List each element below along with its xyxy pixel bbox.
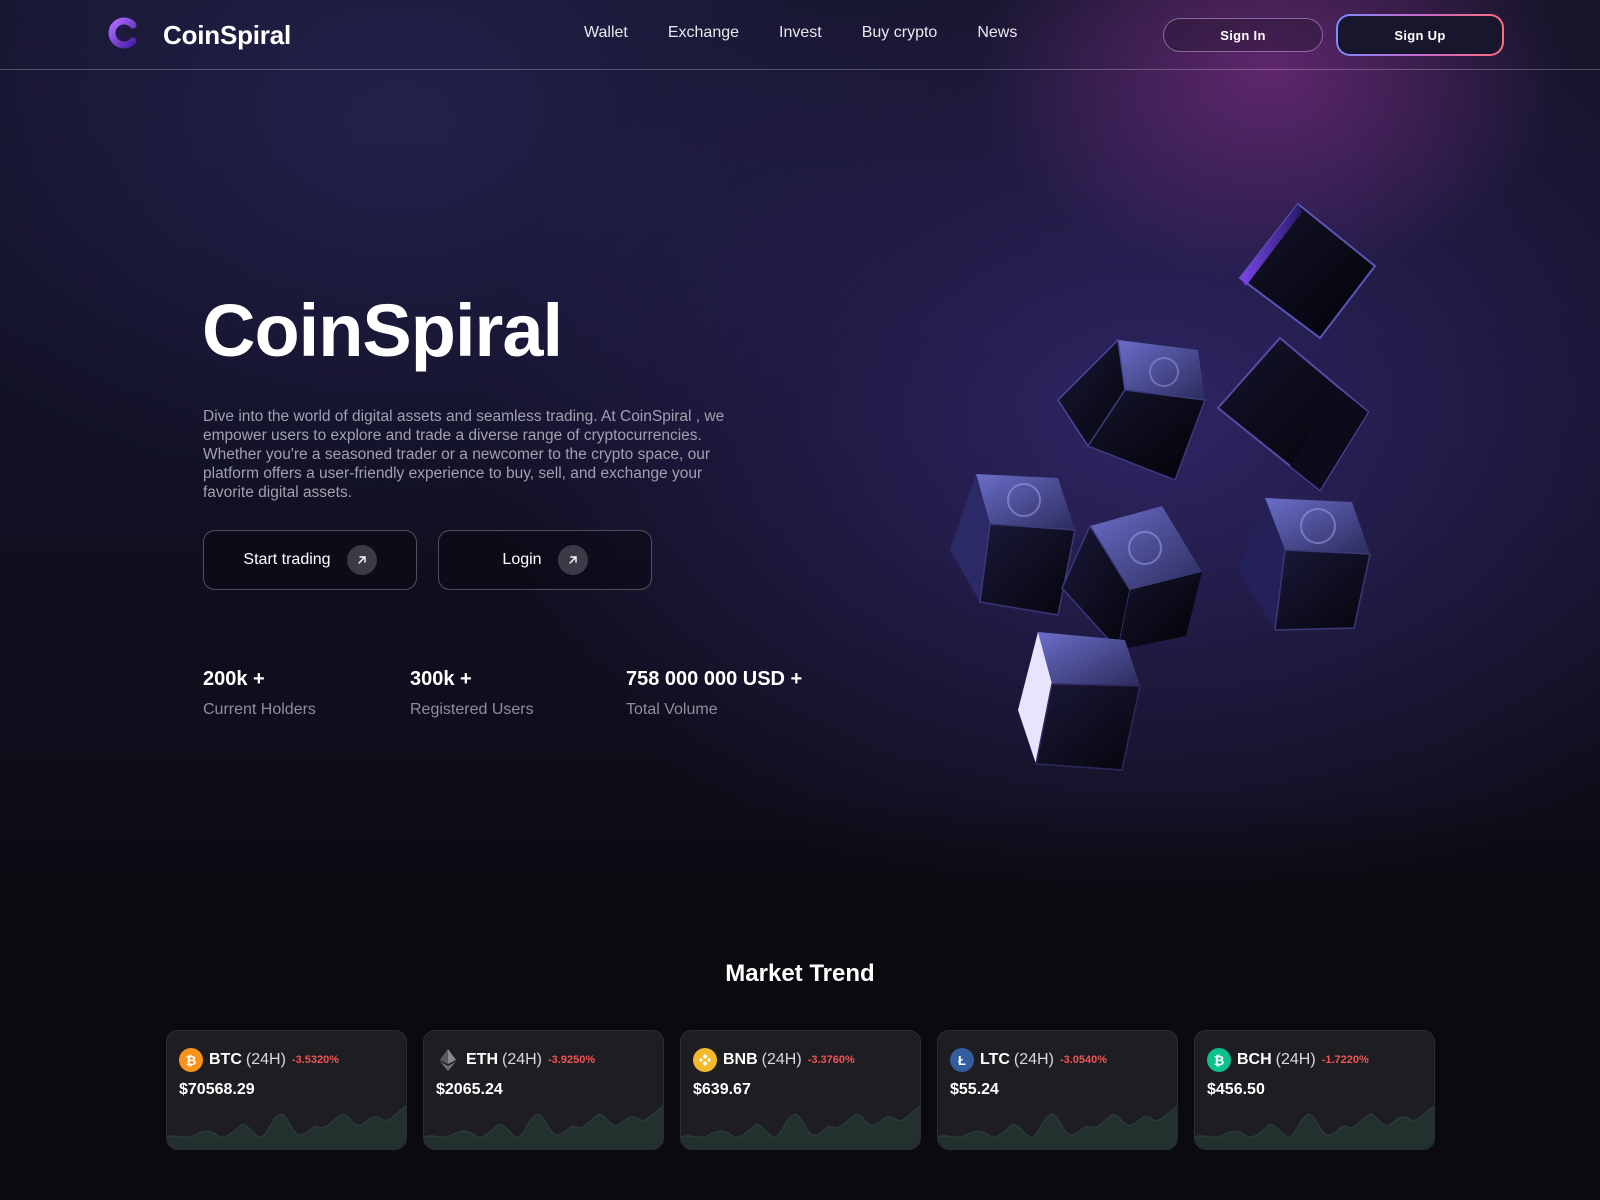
stat-label: Current Holders — [203, 701, 316, 718]
coin-change: -3.5320% — [291, 1054, 339, 1066]
coin-period: (24H) — [761, 1051, 802, 1068]
market-cards: ₿ BTC (24H) -3.5320% $70568.29 ETH (24H)… — [166, 1030, 1451, 1150]
card-header: ₿ BTC (24H) -3.5320% — [179, 1048, 339, 1072]
coin-symbol: BNB — [723, 1051, 758, 1068]
arrow-up-right-icon — [346, 545, 377, 575]
card-header: ETH (24H) -3.9250% — [436, 1048, 595, 1072]
login-button[interactable]: Login — [438, 530, 652, 590]
coin-symbol: BCH — [1237, 1051, 1272, 1068]
sign-in-label: Sign In — [1220, 27, 1266, 43]
market-card-ltc[interactable]: Ł LTC (24H) -3.0540% $55.24 — [937, 1030, 1178, 1150]
sign-up-label: Sign Up — [1338, 16, 1502, 54]
main-nav: Wallet Exchange Invest Buy crypto News — [584, 24, 1057, 42]
floating-cubes-illustration — [950, 202, 1377, 771]
coin-symbol: ETH — [466, 1051, 498, 1068]
market-card-bnb[interactable]: BNB (24H) -3.3760% $639.67 — [680, 1030, 921, 1150]
coin-change: -1.7220% — [1321, 1054, 1369, 1066]
brand-logo[interactable]: CoinSpiral — [106, 16, 291, 50]
start-trading-label: Start trading — [243, 551, 331, 568]
cube — [950, 474, 1076, 616]
sign-up-button[interactable]: Sign Up — [1336, 14, 1504, 56]
stat-label: Registered Users — [410, 701, 534, 718]
coinspiral-logo-icon — [108, 17, 137, 49]
nav-link-exchange[interactable]: Exchange — [668, 24, 739, 42]
nav-link-buy-crypto[interactable]: Buy crypto — [862, 24, 938, 42]
stat-total-volume: 758 000 000 USD + Total Volume — [626, 668, 802, 719]
market-card-eth[interactable]: ETH (24H) -3.9250% $2065.24 — [423, 1030, 664, 1150]
coin-symbol: LTC — [980, 1051, 1010, 1068]
sparkline-chart — [167, 1105, 406, 1149]
stat-value: 300k + — [410, 668, 472, 690]
stat-value: 758 000 000 USD + — [626, 668, 803, 690]
coin-symbol: BTC — [209, 1051, 242, 1068]
coin-period: (24H) — [1275, 1051, 1316, 1068]
nav-link-invest[interactable]: Invest — [779, 24, 822, 42]
coin-period: (24H) — [245, 1051, 286, 1068]
top-navbar: CoinSpiral Wallet Exchange Invest Buy cr… — [0, 0, 1600, 70]
cube — [1238, 202, 1377, 340]
hero-description: Dive into the world of digital assets an… — [203, 408, 725, 501]
coin-change: -3.0540% — [1059, 1054, 1108, 1066]
sparkline-chart — [424, 1105, 663, 1149]
stat-registered-users: 300k + Registered Users — [410, 668, 534, 719]
start-trading-button[interactable]: Start trading — [203, 530, 417, 590]
stat-label: Total Volume — [626, 701, 718, 718]
sparkline-chart — [938, 1105, 1177, 1149]
litecoin-icon: Ł — [950, 1048, 974, 1072]
cube — [1018, 632, 1141, 771]
sign-in-button[interactable]: Sign In — [1163, 18, 1323, 52]
coin-period: (24H) — [1013, 1051, 1054, 1068]
sparkline-chart — [1195, 1105, 1434, 1149]
cube — [1057, 338, 1207, 481]
nav-link-news[interactable]: News — [977, 24, 1017, 42]
market-card-btc[interactable]: ₿ BTC (24H) -3.5320% $70568.29 — [166, 1030, 407, 1150]
sparkline-chart — [681, 1105, 920, 1149]
market-trend-title: Market Trend — [725, 960, 875, 987]
bitcoin-cash-icon: ₿ — [1207, 1048, 1231, 1072]
ethereum-icon — [436, 1048, 460, 1072]
coin-period: (24H) — [502, 1051, 543, 1068]
brand-name: CoinSpiral — [163, 20, 292, 50]
card-header: BNB (24H) -3.3760% — [693, 1048, 855, 1072]
stat-value: 200k + — [203, 668, 265, 690]
card-header: ₿ BCH (24H) -1.7220% — [1207, 1048, 1369, 1072]
market-card-bch[interactable]: ₿ BCH (24H) -1.7220% $456.50 — [1194, 1030, 1435, 1150]
cube — [1238, 498, 1371, 631]
arrow-up-right-icon — [557, 545, 588, 575]
coin-change: -3.9250% — [548, 1054, 596, 1066]
card-header: Ł LTC (24H) -3.0540% — [950, 1048, 1107, 1072]
cube — [1216, 336, 1370, 492]
bitcoin-icon: ₿ — [179, 1048, 203, 1072]
hero-title: CoinSpiral — [202, 289, 563, 372]
bnb-icon — [693, 1048, 717, 1072]
nav-link-wallet[interactable]: Wallet — [584, 24, 628, 42]
login-label: Login — [502, 551, 542, 568]
coin-change: -3.3760% — [807, 1054, 855, 1066]
cube — [1061, 506, 1202, 652]
stat-current-holders: 200k + Current Holders — [203, 668, 316, 719]
